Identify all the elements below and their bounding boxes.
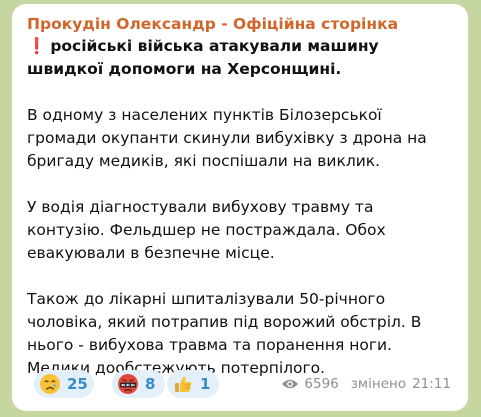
post-paragraph-2: У водія діагностували вибухову травму та… [27, 198, 386, 262]
angry-face-icon [117, 373, 139, 395]
crying-face-icon [39, 373, 61, 395]
reaction-thumbs-up[interactable]: 1 [167, 370, 219, 398]
thumbs-up-icon [172, 373, 194, 395]
message-bubble: Прокудін Олександр - Офіційна сторінка ❗… [12, 4, 468, 411]
reaction-crying[interactable]: 25 [34, 370, 94, 398]
exclamation-icon: ❗ [27, 37, 47, 55]
post-paragraph-3: Також до лікарні шпиталізували 50-річног… [27, 290, 422, 377]
channel-author[interactable]: Прокудін Олександр - Офіційна сторінка [27, 14, 454, 34]
view-count: 6596 [304, 376, 339, 392]
post-paragraph-1: В одному з населених пунктів Білозерсько… [27, 106, 427, 170]
post-headline: ❗ російські війська атакували машину швид… [27, 35, 454, 81]
edited-label: змінено [350, 376, 407, 392]
message-time: 21:11 [412, 376, 451, 392]
headline-text: російські війська атакували машину швидк… [27, 37, 379, 78]
eye-icon [281, 378, 299, 390]
message-meta: 6596 змінено 21:11 [281, 376, 451, 392]
reaction-count: 8 [145, 375, 156, 393]
message-footer: 25 8 1 6596 змінено 21:11 [27, 369, 455, 399]
reaction-count: 1 [200, 375, 211, 393]
reaction-count: 25 [67, 375, 88, 393]
reaction-angry[interactable]: 8 [112, 370, 165, 398]
